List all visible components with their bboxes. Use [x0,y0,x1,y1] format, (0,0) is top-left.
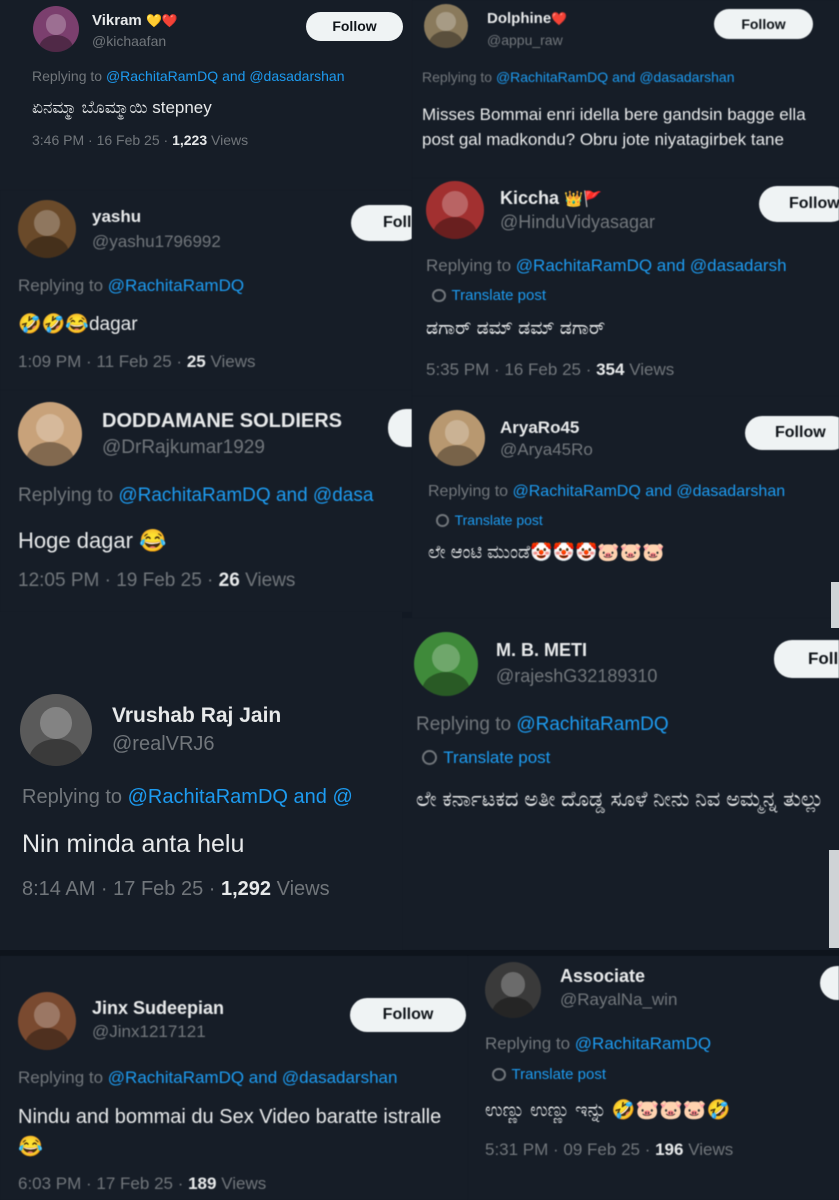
translate-icon [422,749,438,765]
avatar[interactable] [18,402,82,466]
tweet-card-associate[interactable]: Associate @RayalNa_win Follow Replying t… [468,956,839,1200]
avatar[interactable] [414,632,478,696]
avatar[interactable] [426,181,484,239]
display-name[interactable]: DODDAMANE SOLDIERS [102,410,342,432]
badge-icons: 👑🚩 [564,191,603,208]
reply-mentions[interactable]: @RachitaRamDQ [575,1034,711,1053]
reply-mentions[interactable]: @RachitaRamDQ and @dasadarshan [106,68,345,84]
display-name[interactable]: Kiccha [500,188,559,208]
avatar[interactable] [18,200,76,258]
reply-mentions[interactable]: @RachitaRamDQ and @ [128,786,353,808]
replying-to: Replying to @RachitaRamDQ [18,276,245,295]
user-handle[interactable]: @realVRJ6 [112,733,215,756]
tweet-card-vrushab-raj-jain[interactable]: Vrushab Raj Jain @realVRJ6 Replying to @… [0,612,402,950]
user-handle[interactable]: @rajeshG32189310 [496,666,657,687]
translate-post[interactable]: Translate post [492,1066,606,1083]
replying-to: Replying to @RachitaRamDQ [485,1034,712,1053]
display-name[interactable]: AryaRo45 [500,418,579,437]
tweet-card-dolphine[interactable]: Dolphine❤️ @appu_raw Follow Replying to … [412,0,839,178]
display-name[interactable]: Vrushab Raj Jain [112,704,281,727]
replying-to: Replying to @RachitaRamDQ and @dasadarsh… [32,68,345,84]
replying-to: Replying to @RachitaRamDQ and @dasa [18,485,374,506]
follow-button[interactable]: Follow [388,409,412,447]
reply-mentions[interactable]: @RachitaRamDQ [516,714,668,735]
badge-icons: 💛❤️ [145,13,178,28]
tweet-meta[interactable]: 1:09 PM · 11 Feb 25 · 25 Views [18,352,256,372]
replying-to: Replying to @RachitaRamDQ and @ [22,786,353,808]
follow-button[interactable]: Follow [774,640,839,678]
display-name[interactable]: Associate [560,966,645,986]
edge-sliver [831,582,839,628]
follow-button[interactable]: Follow [351,205,412,241]
tweet-text: Nin minda anta helu [22,830,245,858]
avatar[interactable] [485,962,541,1018]
replying-to: Replying to @RachitaRamDQ [416,714,669,735]
tweet-meta[interactable]: 5:35 PM · 16 Feb 25 · 354 Views [426,360,674,380]
user-handle[interactable]: @Jinx1217121 [92,1022,206,1042]
tweet-text: 🤣🤣😂dagar [18,314,138,335]
user-handle[interactable]: @HinduVidyasagar [500,212,655,233]
display-name[interactable]: M. B. METI [496,640,587,660]
tweet-text: ಏನಮ್ಮಾ ಬೊಮ್ಮಾಯಿ stepney [32,98,212,117]
avatar[interactable] [18,992,76,1050]
tweet-text: ಲೇ ಆಂಟಿ ಮುಂಡೆ🤡🤡🤡🐷🐷🐷 [428,542,665,562]
edge-sliver [829,850,839,948]
follow-button[interactable]: Follow [820,966,839,1000]
tweet-text: ಲೇ ಕರ್ನಾಟಕದ ಅತೀ ದೊಡ್ಡ ಸೂಳೆ ನೀನು ನಿವ ಅಮ್ಮ… [416,788,824,811]
tweet-text: Nindu and bommai du Sex Video baratte is… [18,1106,442,1158]
tweet-meta[interactable]: 12:05 PM · 19 Feb 25 · 26 Views [18,570,295,592]
tweet-card-jinx-sudeepian[interactable]: Jinx Sudeepian @Jinx1217121 Follow Reply… [0,956,468,1200]
tweet-meta[interactable]: 6:03 PM · 17 Feb 25 · 189 Views [18,1174,266,1194]
tweet-card-doddamane-soldiers[interactable]: DODDAMANE SOLDIERS @DrRajkumar1929 Follo… [0,390,412,612]
replying-to: Replying to @RachitaRamDQ and @dasadarsh… [18,1068,398,1087]
follow-button[interactable]: Follow [714,9,813,39]
tweet-text: Hoge dagar 😂 [18,528,167,553]
reply-mentions[interactable]: @RachitaRamDQ and @dasadarshan [496,69,735,85]
user-handle[interactable]: @DrRajkumar1929 [102,437,265,459]
tweet-card-kiccha[interactable]: Kiccha 👑🚩 @HinduVidyasagar Follow Replyi… [412,178,839,396]
user-handle[interactable]: @RayalNa_win [560,990,677,1010]
reply-mentions[interactable]: @RachitaRamDQ and @dasadarshan [108,1068,398,1087]
reply-mentions[interactable]: @RachitaRamDQ and @dasadarsh [516,256,787,275]
follow-button[interactable]: Follow [745,416,839,450]
tweet-text: ಉಣ್ಣು ಉಣ್ಣು ಇನ್ನು 🤣🐷🐷🐷🤣 [485,1100,731,1121]
tweet-meta[interactable]: 5:31 PM · 09 Feb 25 · 196 Views [485,1140,733,1160]
user-handle[interactable]: @yashu1796992 [92,232,221,252]
badge-icons: ❤️ [551,11,568,26]
translate-icon [492,1067,506,1081]
follow-button[interactable]: Follow [759,186,839,222]
display-name[interactable]: yashu [92,207,141,226]
translate-post[interactable]: Translate post [432,287,546,304]
replying-to: Replying to @RachitaRamDQ and @dasadarsh… [422,69,735,85]
tweet-meta[interactable]: 3:46 PM · 16 Feb 25 · 1,223 Views [32,132,248,148]
translate-icon [432,288,446,302]
user-handle[interactable]: @kichaafan [92,33,166,49]
display-name[interactable]: Vikram [92,12,142,29]
reply-mentions[interactable]: @RachitaRamDQ and @dasa [118,485,373,506]
tweet-card-aryaro45[interactable]: AryaRo45 @Arya45Ro Follow Replying to @R… [412,396,839,618]
tweet-meta[interactable]: 8:14 AM · 17 Feb 25 · 1,292 Views [22,878,330,901]
follow-button[interactable]: Follow [306,12,403,41]
tweet-text: Misses Bommai enri idella bere gandsin b… [422,105,806,149]
translate-icon [436,514,449,527]
translate-post[interactable]: Translate post [436,512,543,528]
avatar[interactable] [424,4,468,48]
avatar[interactable] [429,410,485,466]
reply-mentions[interactable]: @RachitaRamDQ [108,276,244,295]
tweet-card-yashu[interactable]: yashu @yashu1796992 Follow Replying to @… [0,190,412,390]
replying-to: Replying to @RachitaRamDQ and @dasadarsh [426,256,787,275]
reply-mentions[interactable]: @RachitaRamDQ and @dasadarshan [513,483,786,500]
avatar[interactable] [33,6,79,52]
tweet-text: ಡಗಾರ್ ಡಮ್ ಡಮ್ ಡಗಾರ್ [426,318,606,339]
avatar[interactable] [20,694,92,766]
user-handle[interactable]: @Arya45Ro [500,440,593,460]
follow-button[interactable]: Follow [350,998,466,1032]
user-handle[interactable]: @appu_raw [487,32,563,48]
translate-post[interactable]: Translate post [422,748,550,768]
replying-to: Replying to @RachitaRamDQ and @dasadarsh… [428,483,786,500]
display-name[interactable]: Dolphine [487,10,551,27]
tweet-card-vikram[interactable]: Vikram 💛❤️ @kichaafan Follow Replying to… [0,0,412,190]
tweet-card-mb-meti[interactable]: M. B. METI @rajeshG32189310 Follow Reply… [402,618,839,950]
display-name[interactable]: Jinx Sudeepian [92,998,224,1018]
